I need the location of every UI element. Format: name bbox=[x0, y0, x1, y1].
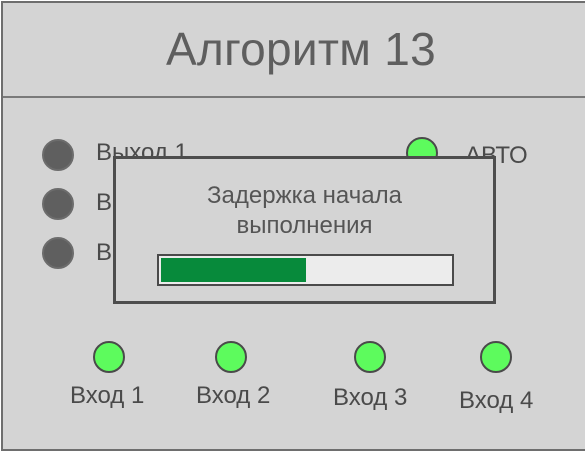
input-3-indicator-icon bbox=[354, 341, 386, 373]
title-bar: Алгоритм 13 bbox=[3, 3, 585, 98]
delay-progress-fill bbox=[161, 258, 306, 282]
output-3-indicator-icon bbox=[42, 237, 74, 269]
delay-dialog-line-2: выполнения bbox=[236, 212, 373, 239]
input-4-label: Вход 4 bbox=[459, 387, 534, 414]
algorithm-panel: Алгоритм 13 Выход 1 Выход 2 Выход 3 АВТО… bbox=[1, 1, 585, 451]
input-3-label: Вход 3 bbox=[333, 384, 408, 411]
input-2-indicator-icon bbox=[215, 341, 247, 373]
input-1-label: Вход 1 bbox=[70, 382, 145, 409]
delay-dialog-message: Задержка начала выполнения bbox=[116, 181, 493, 241]
input-2-label: Вход 2 bbox=[196, 382, 271, 409]
delay-dialog: Задержка начала выполнения bbox=[113, 156, 496, 304]
output-2-indicator-icon bbox=[42, 188, 74, 220]
output-1-indicator-icon bbox=[42, 139, 74, 171]
page-title: Алгоритм 13 bbox=[165, 22, 437, 75]
input-1-indicator-icon bbox=[93, 341, 125, 373]
input-4-indicator-icon bbox=[480, 341, 512, 373]
delay-dialog-line-1: Задержка начала bbox=[207, 182, 402, 209]
delay-progress-bar bbox=[157, 254, 454, 286]
